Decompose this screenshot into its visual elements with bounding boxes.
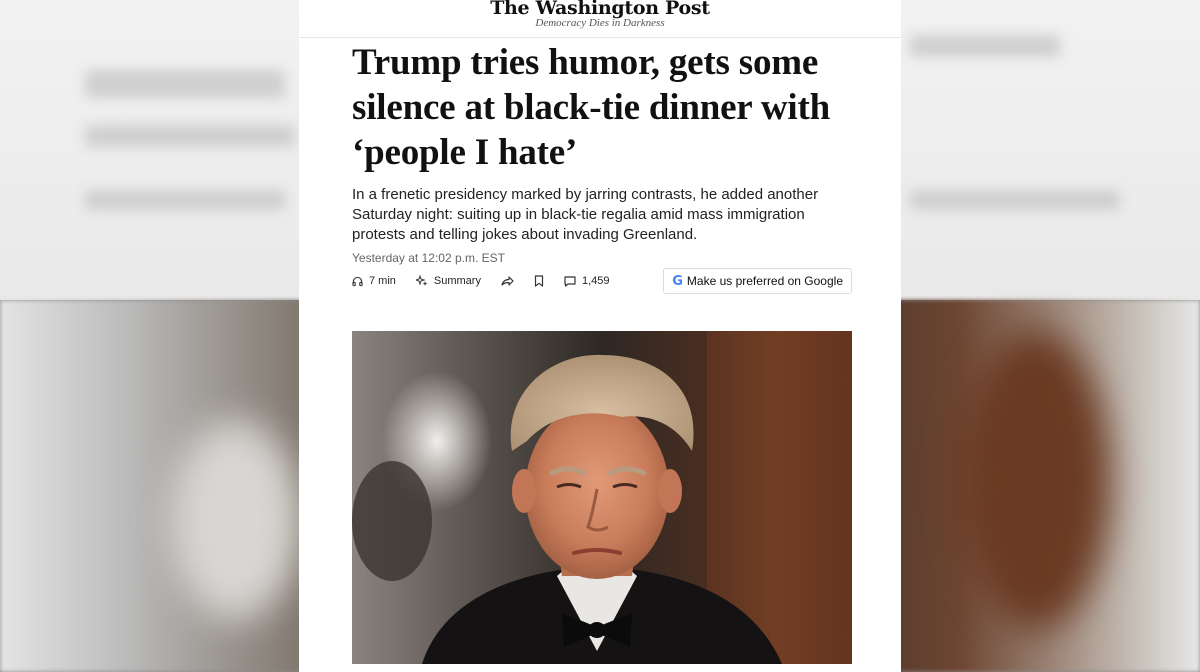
- listen-button[interactable]: 7 min: [352, 275, 396, 287]
- summary-label: Summary: [433, 275, 481, 287]
- article-toolbar: 7 min Summary 1,459 G Make us preferred …: [352, 266, 852, 296]
- sparkle-icon: [415, 275, 428, 286]
- bookmark-icon: [534, 275, 544, 287]
- share-button[interactable]: [501, 275, 514, 287]
- google-icon: G: [672, 273, 683, 289]
- blurred-text-bar: [910, 190, 1120, 210]
- google-preferred-button[interactable]: G Make us preferred on Google: [663, 268, 852, 294]
- blurred-wood-blob: [960, 330, 1110, 630]
- masthead: The Washington Post Democracy Dies in Da…: [299, 0, 901, 38]
- article-header: Trump tries humor, gets some silence at …: [352, 40, 852, 265]
- masthead-tagline: Democracy Dies in Darkness: [535, 17, 665, 29]
- portrait-illustration: [352, 331, 852, 664]
- article-photo[interactable]: [352, 331, 852, 664]
- article-column: The Washington Post Democracy Dies in Da…: [299, 0, 901, 672]
- save-button[interactable]: [534, 275, 544, 287]
- blurred-text-bar: [85, 125, 295, 147]
- share-icon: [501, 276, 514, 286]
- summary-button[interactable]: Summary: [415, 275, 481, 287]
- article-timestamp: Yesterday at 12:02 p.m. EST: [352, 251, 505, 265]
- google-preferred-label: Make us preferred on Google: [686, 274, 843, 288]
- article-headline: Trump tries humor, gets some silence at …: [352, 42, 831, 173]
- blurred-text-bar: [85, 70, 285, 98]
- comments-button[interactable]: 1,459: [564, 275, 610, 287]
- comments-count: 1,459: [581, 275, 610, 287]
- comment-icon: [564, 275, 576, 287]
- listen-duration: 7 min: [369, 275, 396, 287]
- headphones-icon: [352, 276, 363, 286]
- blurred-text-bar: [910, 35, 1060, 57]
- washington-post-logo[interactable]: The Washington Post: [299, 0, 901, 18]
- blurred-light-blob: [170, 420, 300, 620]
- blurred-text-bar: [85, 190, 285, 210]
- article-dek: In a frenetic presidency marked by jarri…: [352, 186, 819, 243]
